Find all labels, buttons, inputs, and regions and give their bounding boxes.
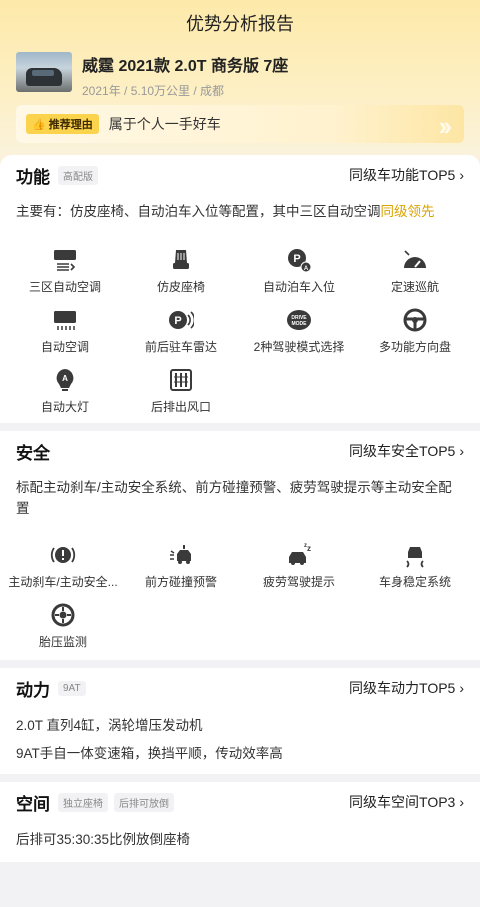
chevron-right-icon: › xyxy=(459,680,464,696)
steering-wheel-icon xyxy=(403,308,427,332)
drive-mode-icon: DRIVE MODE xyxy=(287,310,311,330)
power-tag: 9AT xyxy=(58,680,86,696)
feature-label: 疲劳驾驶提示 xyxy=(262,575,335,589)
safety-top5-label: 同级车安全TOP5 xyxy=(349,443,456,459)
feature-label: 多功能方向盘 xyxy=(378,340,451,354)
power-line-transmission: 9AT手自一体变速箱，换挡平顺，传动效率高 xyxy=(16,746,283,761)
power-top5-link[interactable]: 同级车动力TOP5 › xyxy=(349,678,464,698)
function-desc: 主要有：仿皮座椅、自动泊车入位等配置，其中三区自动空调同级领先 xyxy=(16,201,464,222)
car-meta: 2021年 / 5.10万公里 / 成都 xyxy=(82,84,225,98)
space-tag-seat: 独立座椅 xyxy=(58,792,108,812)
hero-banner: 优势分析报告 威霆 2021款 2.0T 商务版 7座 2021年 / 5.10… xyxy=(0,0,480,175)
function-desc-main: 主要有：仿皮座椅、自动泊车入位等配置，其中三区自动空调 xyxy=(16,204,381,219)
car-thumbnail xyxy=(16,52,72,92)
seat-icon xyxy=(173,250,189,269)
feature-label: 2种驾驶模式选择 xyxy=(253,340,345,354)
space-title: 空间 xyxy=(16,794,50,814)
function-top5-link[interactable]: 同级车功能TOP5 › xyxy=(349,165,464,185)
safety-title: 安全 xyxy=(16,443,50,463)
svg-text:z: z xyxy=(304,543,307,549)
recommend-badge-label: 推荐理由 xyxy=(48,119,93,131)
feature-label: 定速巡航 xyxy=(390,280,439,294)
space-section: 空间 独立座椅 后排可放倒 同级车空间TOP3 › 后排可35:30:35比例放… xyxy=(0,782,480,862)
svg-text:z: z xyxy=(307,544,311,553)
feature-seat[interactable]: 仿皮座椅 xyxy=(121,247,241,295)
car-name: 威霆 2021款 2.0T 商务版 7座 xyxy=(82,58,289,75)
stability-icon xyxy=(406,547,424,568)
double-chevron-icon: ›› xyxy=(438,111,452,141)
svg-text:A: A xyxy=(304,266,309,272)
feature-auto-headlight[interactable]: A 自动大灯 xyxy=(5,367,125,415)
ac-icon xyxy=(54,311,76,330)
feature-label: 前方碰撞预警 xyxy=(144,575,217,589)
chevron-right-icon: › xyxy=(459,443,464,459)
feature-label: 仿皮座椅 xyxy=(156,280,205,294)
function-title: 功能 xyxy=(16,167,50,187)
car-summary[interactable]: 威霆 2021款 2.0T 商务版 7座 2021年 / 5.10万公里 / 成… xyxy=(16,52,288,99)
feature-drive-mode[interactable]: DRIVE MODE 2种驾驶模式选择 xyxy=(239,307,359,355)
feature-active-brake[interactable]: 主动刹车/主动安全... xyxy=(3,542,123,590)
chevron-right-icon: › xyxy=(459,794,464,810)
power-top5-label: 同级车动力TOP5 xyxy=(349,680,456,696)
function-top5-label: 同级车功能TOP5 xyxy=(349,167,456,183)
auto-park-icon: P A xyxy=(288,249,312,273)
feature-stability[interactable]: 车身稳定系统 xyxy=(355,542,475,590)
function-section: 功能 高配版 同级车功能TOP5 › 主要有：仿皮座椅、自动泊车入位等配置，其中… xyxy=(0,155,480,423)
recommend-text: 属于个人一手好车 xyxy=(108,116,221,132)
brake-icon xyxy=(50,547,76,563)
page-title: 优势分析报告 xyxy=(186,14,294,34)
power-section: 动力 9AT 同级车动力TOP5 › 2.0T 直列4缸，涡轮增压发动机 9AT… xyxy=(0,668,480,774)
tire-pressure-icon xyxy=(51,603,75,627)
svg-text:P: P xyxy=(293,253,300,265)
svg-text:MODE: MODE xyxy=(292,321,308,327)
space-top3-label: 同级车空间TOP3 xyxy=(349,794,456,810)
feature-label: 主动刹车/主动安全... xyxy=(8,575,118,589)
rear-vent-icon xyxy=(170,369,192,391)
power-line-engine: 2.0T 直列4缸，涡轮增压发动机 xyxy=(16,718,203,733)
svg-text:A: A xyxy=(62,374,68,383)
power-title: 动力 xyxy=(16,680,50,700)
ac-three-zone-icon xyxy=(54,250,76,271)
space-line: 后排可35:30:35比例放倒座椅 xyxy=(16,832,191,847)
feature-label: 后排出风口 xyxy=(150,400,211,414)
feature-ac[interactable]: 自动空调 xyxy=(5,307,125,355)
feature-cruise[interactable]: 定速巡航 xyxy=(355,247,475,295)
function-desc-highlight: 同级领先 xyxy=(380,204,435,219)
feature-label: 自动大灯 xyxy=(40,400,89,414)
feature-steering-wheel[interactable]: 多功能方向盘 xyxy=(355,307,475,355)
thumbs-up-icon: 👍 xyxy=(32,118,46,131)
feature-label: 自动空调 xyxy=(40,340,89,354)
feature-label: 自动泊车入位 xyxy=(262,280,335,294)
chevron-right-icon: › xyxy=(459,167,464,183)
recommend-reason: 👍 推荐理由 属于个人一手好车 ›› xyxy=(16,105,464,143)
space-top3-link[interactable]: 同级车空间TOP3 › xyxy=(349,792,464,812)
feature-fatigue[interactable]: z z 疲劳驾驶提示 xyxy=(239,542,359,590)
feature-parking-radar[interactable]: P 前后驻车雷达 xyxy=(121,307,241,355)
parking-radar-icon: P xyxy=(169,311,194,329)
feature-collision-warning[interactable]: 前方碰撞预警 xyxy=(121,542,241,590)
feature-auto-park[interactable]: P A 自动泊车入位 xyxy=(239,247,359,295)
feature-label: 胎压监测 xyxy=(38,635,87,649)
svg-text:P: P xyxy=(174,315,181,327)
feature-tire-pressure[interactable]: 胎压监测 xyxy=(3,602,123,650)
feature-rear-vent[interactable]: 后排出风口 xyxy=(121,367,241,415)
recommend-badge: 👍 推荐理由 xyxy=(26,114,99,134)
feature-label: 三区自动空调 xyxy=(28,280,101,294)
auto-headlight-icon: A xyxy=(56,369,74,391)
collision-warning-icon xyxy=(170,545,191,564)
safety-top5-link[interactable]: 同级车安全TOP5 › xyxy=(349,441,464,461)
feature-label: 前后驻车雷达 xyxy=(144,340,217,354)
fatigue-icon: z z xyxy=(289,543,311,565)
cruise-icon xyxy=(404,250,426,268)
feature-label: 车身稳定系统 xyxy=(378,575,451,589)
space-tag-fold: 后排可放倒 xyxy=(114,792,174,812)
safety-desc: 标配主动刹车/主动安全系统、前方碰撞预警、疲劳驾驶提示等主动安全配置 xyxy=(16,480,452,516)
feature-ac-three-zone[interactable]: 三区自动空调 xyxy=(5,247,125,295)
safety-section: 安全 同级车安全TOP5 › 标配主动刹车/主动安全系统、前方碰撞预警、疲劳驾驶… xyxy=(0,431,480,660)
function-tag: 高配版 xyxy=(58,165,98,185)
